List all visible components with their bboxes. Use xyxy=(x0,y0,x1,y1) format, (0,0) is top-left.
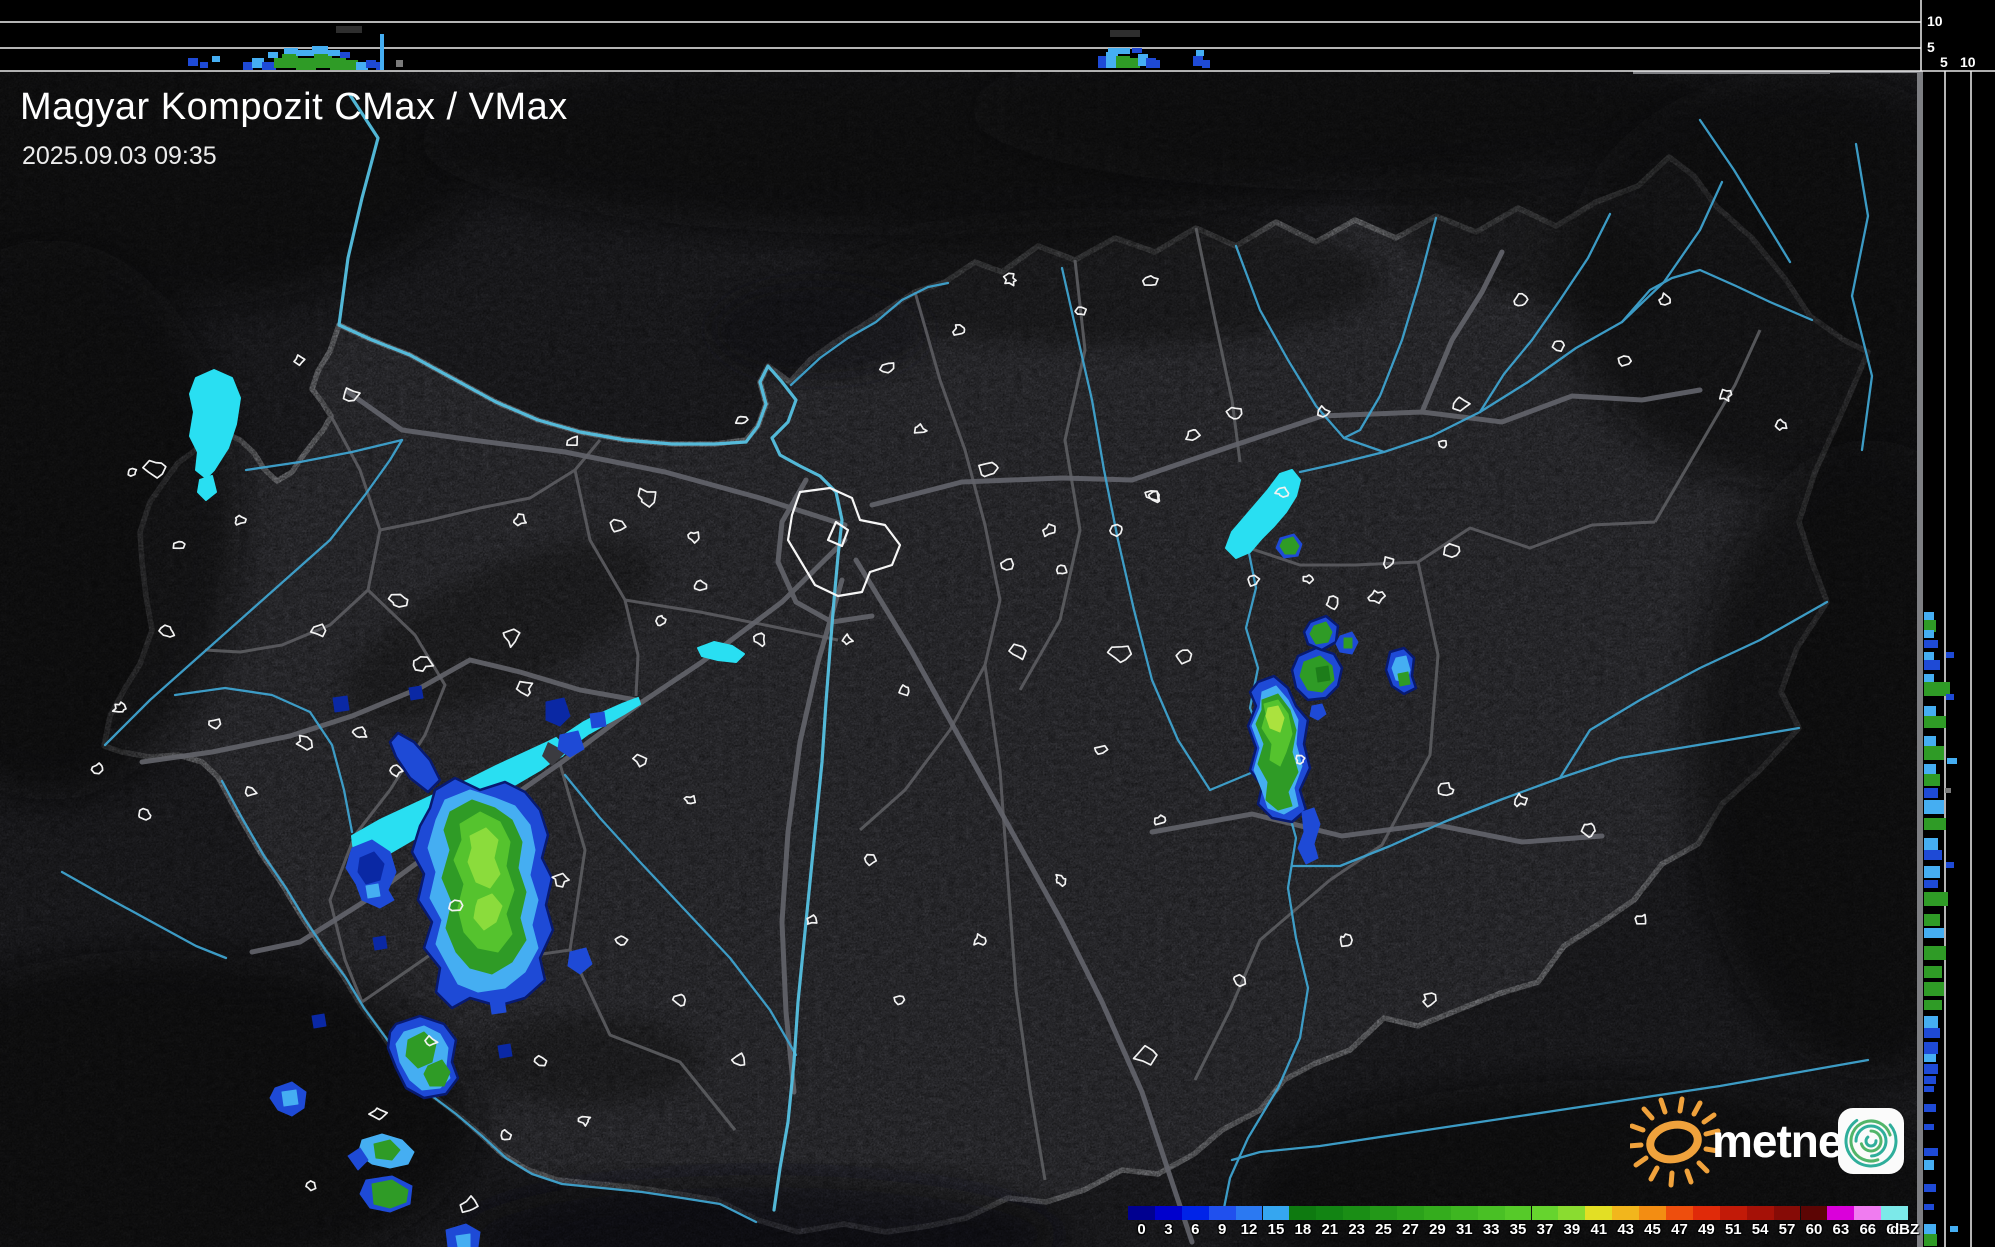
top-axis-label-10: 10 xyxy=(1927,13,1943,29)
scale-label-23: 23 xyxy=(1348,1221,1366,1238)
scale-swatch-51 xyxy=(1719,1206,1747,1220)
scale-label-39: 39 xyxy=(1563,1221,1581,1238)
scale-label-49: 49 xyxy=(1698,1221,1715,1238)
scale-swatch-47 xyxy=(1666,1206,1693,1220)
scale-swatch-37 xyxy=(1531,1206,1559,1220)
scale-swatch-31 xyxy=(1450,1206,1478,1220)
top-axis-label-5: 5 xyxy=(1927,39,1935,55)
timestamp: 2025.09.03 09:35 xyxy=(22,142,217,170)
scale-swatch-33 xyxy=(1477,1206,1505,1220)
right-axis-label-5: 5 xyxy=(1940,54,1948,70)
scale-swatch-21 xyxy=(1316,1206,1344,1220)
scale-label-25: 25 xyxy=(1375,1221,1392,1238)
scale-swatch-63 xyxy=(1827,1206,1855,1220)
scale-label-60: 60 xyxy=(1805,1221,1823,1238)
scale-swatch-0 xyxy=(1128,1206,1155,1220)
scale-swatch-3 xyxy=(1154,1206,1182,1220)
scale-swatch-29 xyxy=(1423,1206,1451,1220)
scale-swatch-15 xyxy=(1262,1206,1290,1220)
page-title: Magyar Kompozit CMax / VMax xyxy=(20,86,568,128)
scale-swatch-69 xyxy=(1881,1206,1909,1220)
scale-label-33: 33 xyxy=(1482,1221,1500,1238)
metnet-logo: metnet xyxy=(1630,1096,1910,1188)
dbz-unit-label: dBZ xyxy=(1890,1221,1920,1238)
scale-swatch-39 xyxy=(1558,1206,1586,1220)
scale-label-41: 41 xyxy=(1590,1221,1608,1238)
scale-swatch-60 xyxy=(1800,1206,1828,1220)
scale-swatch-9 xyxy=(1208,1206,1236,1220)
scale-swatch-18 xyxy=(1289,1206,1317,1220)
scale-swatch-27 xyxy=(1397,1206,1424,1220)
scale-label-35: 35 xyxy=(1509,1221,1527,1238)
scale-label-6: 6 xyxy=(1191,1221,1200,1238)
scale-swatch-66 xyxy=(1854,1206,1882,1220)
scale-label-63: 63 xyxy=(1832,1221,1850,1238)
scale-swatch-57 xyxy=(1773,1206,1801,1220)
scale-swatch-35 xyxy=(1504,1206,1532,1220)
scale-swatch-12 xyxy=(1235,1206,1263,1220)
scale-label-29: 29 xyxy=(1429,1221,1446,1238)
right-axis-label-10: 10 xyxy=(1960,54,1976,70)
scale-label-47: 47 xyxy=(1671,1221,1688,1238)
scale-swatch-25 xyxy=(1370,1206,1397,1220)
scale-swatch-45 xyxy=(1639,1206,1666,1220)
scale-label-57: 57 xyxy=(1778,1221,1796,1238)
scale-swatch-41 xyxy=(1585,1206,1613,1220)
radar-composite-graphic xyxy=(0,0,1995,1247)
scale-label-45: 45 xyxy=(1644,1221,1661,1238)
scale-label-27: 27 xyxy=(1402,1221,1419,1238)
scale-label-9: 9 xyxy=(1218,1221,1227,1238)
radar-app-window: Magyar Kompozit CMax / VMax 2025.09.03 0… xyxy=(0,0,1995,1247)
top-cross-section-panel xyxy=(0,0,1995,71)
scale-label-31: 31 xyxy=(1455,1221,1473,1238)
scale-label-0: 0 xyxy=(1137,1221,1146,1238)
scale-label-12: 12 xyxy=(1240,1221,1258,1238)
metnet-app-icon xyxy=(1838,1108,1904,1174)
scale-label-54: 54 xyxy=(1751,1221,1769,1238)
scale-label-3: 3 xyxy=(1164,1221,1173,1238)
scale-swatch-6 xyxy=(1181,1206,1209,1220)
scale-swatch-49 xyxy=(1692,1206,1720,1220)
scale-label-15: 15 xyxy=(1267,1221,1285,1238)
scale-label-51: 51 xyxy=(1724,1221,1742,1238)
scale-label-66: 66 xyxy=(1859,1221,1877,1238)
map-right-frame xyxy=(1917,71,1923,1247)
scale-label-21: 21 xyxy=(1321,1221,1339,1238)
scale-swatch-43 xyxy=(1612,1206,1640,1220)
map-area xyxy=(0,71,1921,1247)
scale-label-43: 43 xyxy=(1617,1221,1635,1238)
scale-label-37: 37 xyxy=(1536,1221,1554,1238)
scale-swatch-54 xyxy=(1746,1206,1774,1220)
scale-label-18: 18 xyxy=(1294,1221,1312,1238)
right-cross-section-panel xyxy=(1923,71,1995,1247)
scale-swatch-23 xyxy=(1343,1206,1371,1220)
